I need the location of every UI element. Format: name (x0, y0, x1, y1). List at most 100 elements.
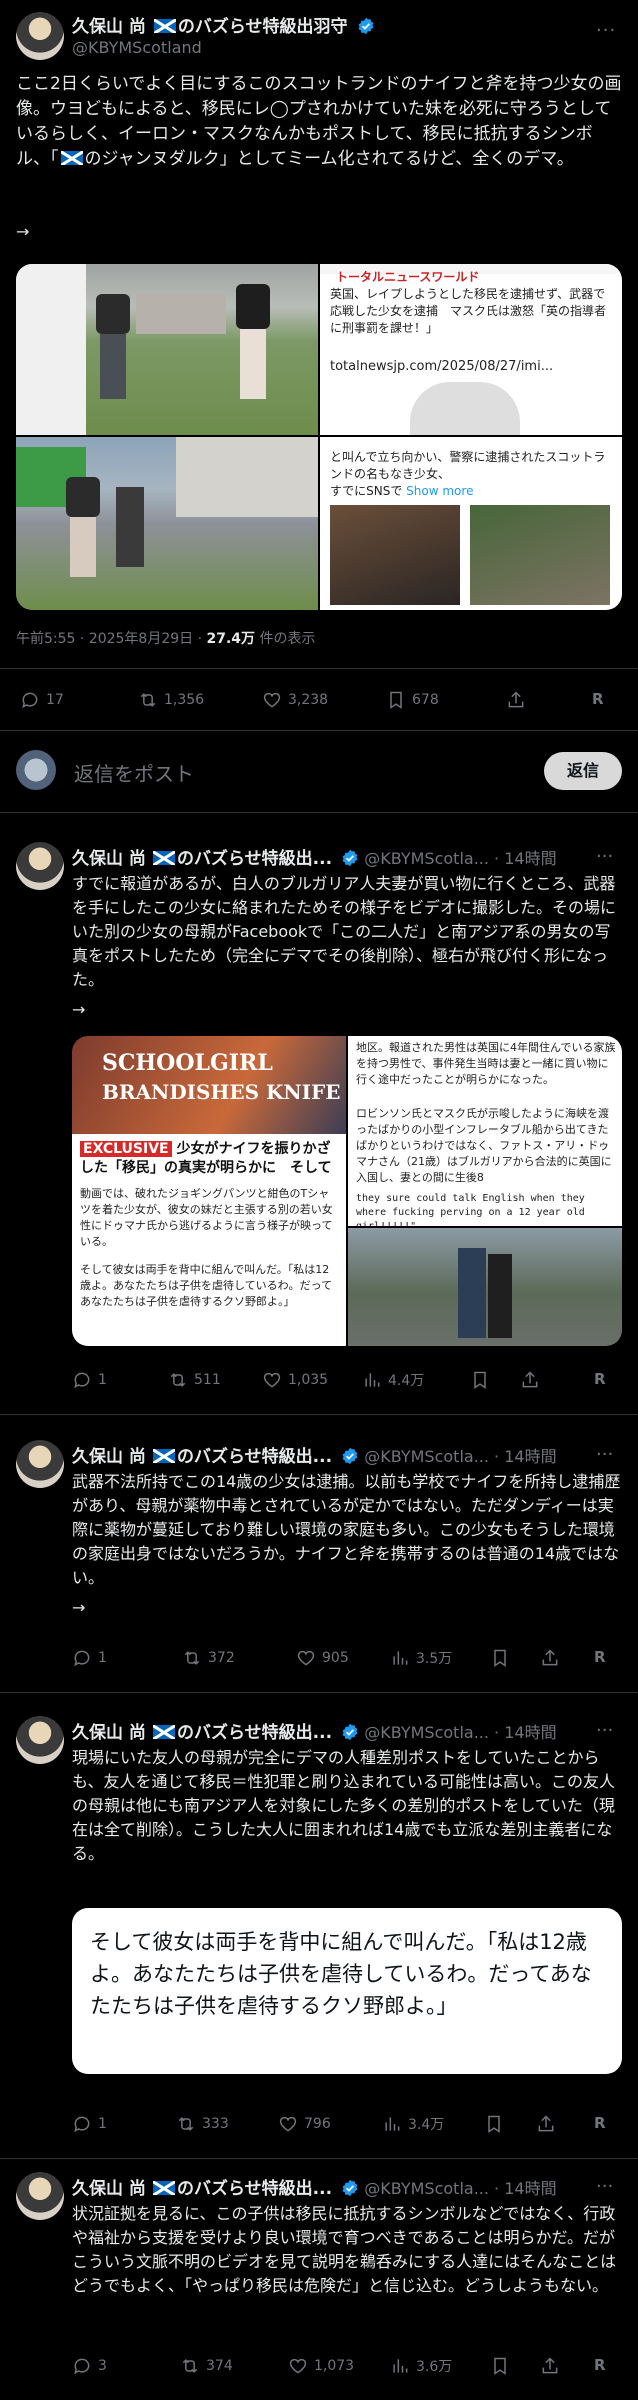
quote-image-card[interactable]: そして彼女は両手を背中に組んで叫んだ。「私は12歳よ。あなたたちは子供を虐待して… (72, 1908, 622, 2074)
reply-icon (74, 2116, 90, 2133)
reply-button[interactable]: 1 (72, 1648, 107, 1668)
repost-button[interactable]: 333 (176, 2114, 229, 2134)
bookmark-icon (494, 2357, 506, 2375)
heart-icon (263, 692, 281, 708)
repost-icon (182, 2359, 198, 2373)
heart-icon (279, 2116, 297, 2132)
share-button[interactable] (540, 1648, 566, 1668)
share-button[interactable] (536, 2114, 562, 2134)
grok-icon[interactable]: R (594, 2356, 606, 2374)
views-icon (365, 1373, 380, 1387)
share-icon (542, 2357, 558, 2374)
reply-submit-button[interactable]: 返信 (544, 752, 622, 790)
scotland-flag-icon (60, 151, 83, 165)
more-options-icon[interactable]: ··· (596, 1720, 613, 1741)
news-text: 英国、レイプしようとした移民を逮捕せず、武器で応戦した少女を逮捕 マスク氏は激怒… (330, 287, 607, 335)
reply-input[interactable]: 返信をポスト (74, 758, 194, 787)
views-button[interactable]: 4.4万 (362, 1370, 424, 1390)
reply-icon (22, 692, 38, 709)
reply-button[interactable]: 1 (72, 1370, 107, 1390)
reply-media[interactable]: SCHOOLGIRL BRANDISHES KNIFE EXCLUSIVE 少女… (72, 1036, 622, 1346)
share-button[interactable] (540, 2356, 566, 2376)
reply-button[interactable]: 3 (72, 2356, 107, 2376)
heart-icon (289, 2358, 307, 2374)
repost-icon (170, 1373, 186, 1387)
media-photo-1[interactable] (16, 264, 318, 435)
repost-button[interactable]: 374 (180, 2356, 233, 2376)
thread-arrow[interactable]: → (16, 222, 29, 241)
more-options-icon[interactable]: ··· (596, 2176, 613, 2197)
bookmark-icon (474, 1371, 486, 1389)
thread-arrow[interactable]: → (72, 1598, 85, 1617)
share-icon (522, 1371, 538, 1388)
avatar[interactable] (16, 2172, 64, 2220)
scotland-flag-icon (153, 1725, 176, 1739)
author-name[interactable]: 久保山 尚 のバズらせ特級出羽守 (72, 12, 375, 37)
media-sns-card[interactable]: と叫んで立ち向かい、警察に逮捕されたスコットランドの名もなき少女、 すでにSNS… (320, 437, 622, 610)
repost-button[interactable]: 372 (182, 1648, 235, 1668)
repost-button[interactable]: 511 (168, 1370, 221, 1390)
bookmark-icon (390, 691, 402, 709)
my-avatar[interactable] (16, 750, 56, 790)
news-link[interactable]: totalnewsjp.com/2025/08/27/imi... (330, 358, 612, 375)
views-button[interactable]: 3.4万 (382, 2114, 444, 2134)
bookmark-button[interactable] (490, 1648, 516, 1668)
news-card-left[interactable]: EXCLUSIVE 少女がナイフを振りかざした「移民」の真実が明らかに そしてマ… (72, 1134, 346, 1346)
grok-icon[interactable]: R (594, 2114, 606, 2132)
bookmark-icon (494, 1649, 506, 1667)
bookmark-button[interactable] (470, 1370, 496, 1390)
reply-text: 状況証拠を見るに、この子供は移民に抵抗するシンボルなどではなく、行政や福祉から支… (72, 2204, 617, 2295)
author-handle[interactable]: @KBYMScotland (72, 38, 202, 57)
verified-icon (342, 1447, 358, 1465)
views-button[interactable]: 3.6万 (390, 2356, 452, 2376)
reply-button[interactable]: 1 (72, 2114, 107, 2134)
bookmark-button[interactable] (490, 2356, 516, 2376)
share-icon (508, 691, 524, 708)
news-card-right[interactable]: 地区。報道された男性は英国に4年間住んでいる家族を持つ男性で、事件発生当時は妻と… (348, 1036, 622, 1226)
share-button[interactable] (506, 690, 532, 710)
news-thumbnail[interactable]: SCHOOLGIRL BRANDISHES KNIFE (72, 1036, 346, 1134)
more-options-icon[interactable]: ··· (596, 1444, 613, 1465)
grok-icon[interactable]: R (592, 690, 604, 708)
like-button[interactable]: 1,073 (288, 2356, 354, 2376)
more-options-icon[interactable]: ··· (596, 846, 613, 867)
avatar[interactable] (16, 1716, 64, 1764)
view-count: 27.4万 (206, 631, 256, 647)
like-button[interactable]: 905 (296, 1648, 349, 1668)
avatar[interactable] (16, 842, 64, 890)
like-button[interactable]: 796 (278, 2114, 331, 2134)
media-news-card[interactable]: トータルニュースワールド 英国、レイプしようとした移民を逮捕せず、武器で応戦した… (320, 264, 622, 435)
heart-icon (263, 1372, 281, 1388)
post-timestamp: 午前5:55 · 2025年8月29日 · 27.4万 件の表示 (16, 631, 316, 647)
media-grid[interactable]: トータルニュースワールド 英国、レイプしようとした移民を逮捕せず、武器で応戦した… (16, 264, 622, 610)
reply-icon (74, 2358, 90, 2375)
views-button[interactable]: 3.5万 (390, 1648, 452, 1668)
reply-button[interactable]: 17 (20, 690, 64, 710)
share-button[interactable] (520, 1370, 546, 1390)
media-photo-2[interactable] (16, 437, 318, 610)
divider (0, 1414, 638, 1415)
thread-arrow[interactable]: → (72, 1000, 85, 1019)
like-button[interactable]: 1,035 (262, 1370, 328, 1390)
share-icon (542, 1649, 558, 1666)
divider (0, 812, 638, 813)
more-options-icon[interactable]: ··· (596, 20, 616, 41)
repost-button[interactable]: 1,356 (138, 690, 204, 710)
grok-icon[interactable]: R (594, 1370, 606, 1388)
reply-text: 現場にいた友人の母親が完全にデマの人種差別ポストをしていたことからも、友人を通じ… (72, 1748, 616, 1863)
like-button[interactable]: 3,238 (262, 690, 328, 710)
verified-icon (342, 2179, 358, 2197)
scotland-flag-icon (153, 2181, 176, 2195)
avatar[interactable] (16, 12, 64, 60)
bookmark-button[interactable] (484, 2114, 510, 2134)
verified-icon (342, 1723, 358, 1741)
grok-icon[interactable]: R (594, 1648, 606, 1666)
divider (0, 730, 638, 731)
divider (0, 2158, 638, 2159)
avatar[interactable] (16, 1440, 64, 1488)
post-text: ここ2日くらいでよく目にするこのスコットランドのナイフと斧を持つ少女の画像。ウヨ… (16, 74, 622, 169)
show-more-link[interactable]: Show more (406, 484, 473, 498)
bookmark-button[interactable]: 678 (386, 690, 439, 710)
reply-header: 久保山 尚 のバズらせ特級出... @KBYMScotla... · 14時間 (72, 849, 557, 869)
street-photo[interactable] (348, 1228, 622, 1346)
